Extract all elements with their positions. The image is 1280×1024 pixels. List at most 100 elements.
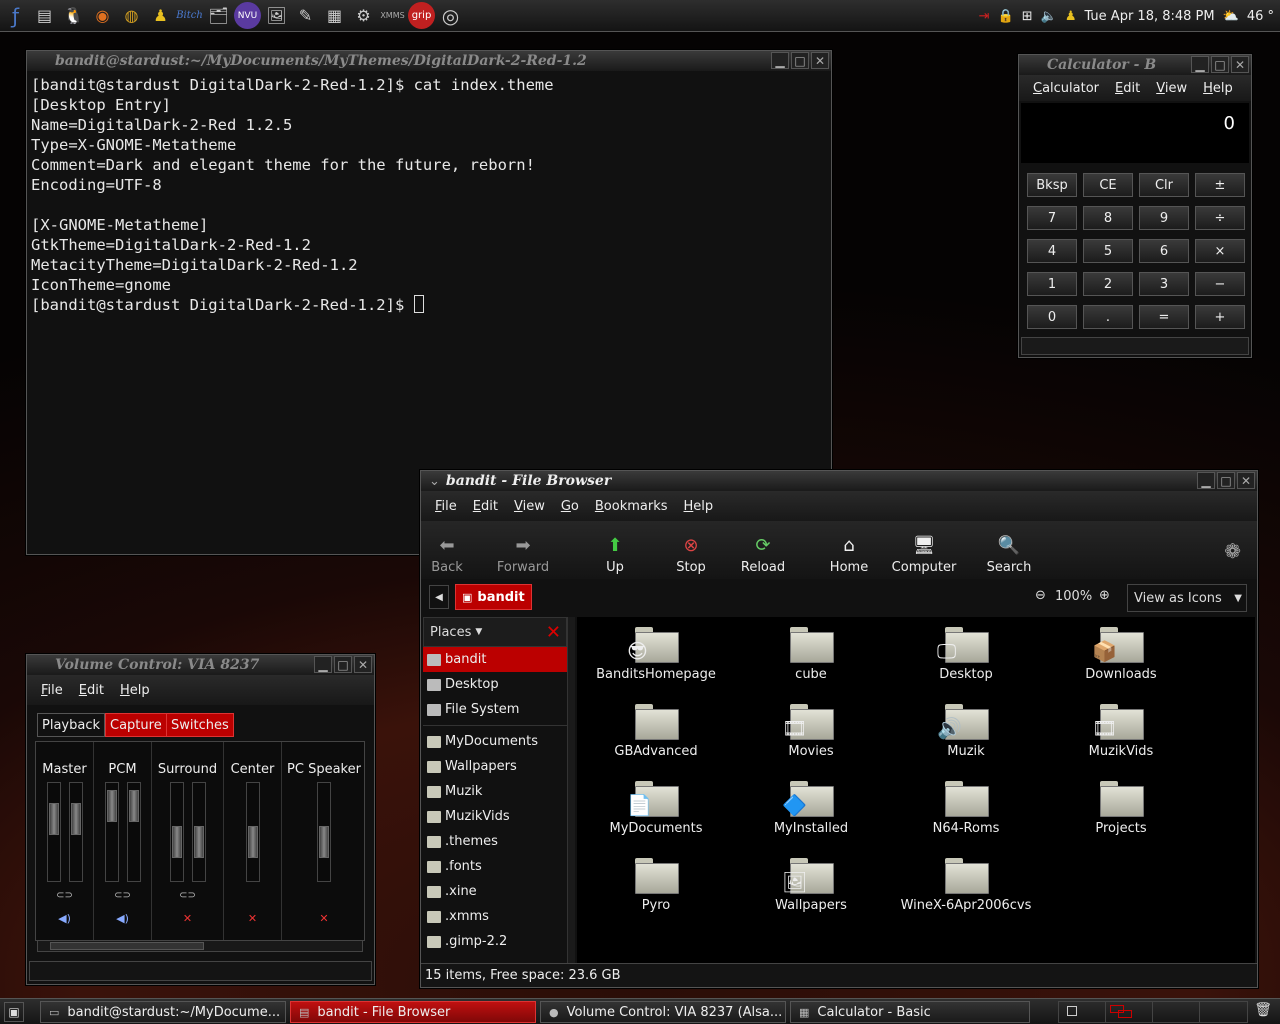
- taskbar-button[interactable]: ▭ bandit@stardust:~/MyDocume...: [40, 1001, 286, 1023]
- window-menu-icon[interactable]: ⌄: [429, 474, 440, 489]
- back-button[interactable]: ⬅ Back: [427, 521, 467, 579]
- text-editor-icon[interactable]: ✎: [292, 2, 319, 29]
- folder-item[interactable]: WineX-6Apr2006cvs: [891, 858, 1041, 913]
- menu-file[interactable]: File: [427, 499, 465, 514]
- weather-temp[interactable]: 46 °: [1247, 9, 1274, 24]
- fedora-menu-icon[interactable]: ƒ: [2, 2, 29, 29]
- workspace-switcher[interactable]: [1058, 1001, 1248, 1023]
- zoom-in-icon[interactable]: ⊕: [1099, 588, 1110, 603]
- folder-item[interactable]: N64-Roms: [891, 781, 1041, 836]
- folder-item[interactable]: 🖵 Desktop: [891, 627, 1041, 682]
- folder-item[interactable]: 😎 BanditsHomepage: [581, 627, 731, 682]
- calc-button-minus[interactable]: −: [1195, 272, 1245, 296]
- calc-button-four[interactable]: 4: [1027, 239, 1077, 263]
- calc-button-plus[interactable]: +: [1195, 305, 1245, 329]
- close-icon[interactable]: ✕: [354, 656, 372, 673]
- sidebar-bookmark[interactable]: Wallpapers: [423, 754, 567, 779]
- workspace-4[interactable]: [1200, 1002, 1247, 1022]
- bitch-icon[interactable]: Bitch: [176, 2, 203, 29]
- volume-slider[interactable]: [246, 782, 260, 882]
- volume-slider[interactable]: [105, 782, 119, 882]
- sidebar-type-select[interactable]: Places: [430, 625, 471, 640]
- sidebar-bookmark[interactable]: Muzik: [423, 779, 567, 804]
- sidebar-bookmark[interactable]: .xine: [423, 879, 567, 904]
- nvu-icon[interactable]: NVU: [234, 2, 261, 29]
- volume-slider[interactable]: [69, 782, 83, 882]
- calc-button-five[interactable]: 5: [1083, 239, 1133, 263]
- calc-button-multiply[interactable]: ×: [1195, 239, 1245, 263]
- menu-view[interactable]: View: [506, 499, 553, 514]
- spreadsheet-icon[interactable]: ▦: [321, 2, 348, 29]
- calc-button-eight[interactable]: 8: [1083, 206, 1133, 230]
- tux-icon[interactable]: 🐧: [60, 2, 87, 29]
- menu-calculator[interactable]: Calculator: [1025, 81, 1107, 96]
- minimize-icon[interactable]: ▁: [1197, 472, 1215, 489]
- muted-speaker-icon[interactable]: ✕: [152, 912, 223, 925]
- menu-edit[interactable]: Edit: [1107, 81, 1148, 96]
- calc-button-decimal[interactable]: .: [1083, 305, 1133, 329]
- trash-icon[interactable]: 🗑: [1254, 1002, 1272, 1018]
- files-icon[interactable]: ▤: [31, 2, 58, 29]
- calc-button-seven[interactable]: 7: [1027, 206, 1077, 230]
- lock-channels-icon[interactable]: ⊂⊃: [36, 890, 93, 901]
- calc-button-one[interactable]: 1: [1027, 272, 1077, 296]
- calc-button-clear-all[interactable]: Clr: [1139, 173, 1189, 197]
- menu-view[interactable]: View: [1148, 81, 1195, 96]
- calc-button-nine[interactable]: 9: [1139, 206, 1189, 230]
- volume-titlebar[interactable]: Volume Control: VIA 8237 ▁ □ ✕: [27, 655, 374, 675]
- taskbar-button[interactable]: ▦ Calculator - Basic: [790, 1001, 1030, 1023]
- tux-yellow-icon[interactable]: ♟: [147, 2, 174, 29]
- user-icon[interactable]: ♟: [1065, 9, 1077, 24]
- up-button[interactable]: ⬆ Up: [597, 521, 633, 579]
- logout-icon[interactable]: ⇥: [979, 9, 990, 24]
- tab-capture[interactable]: Capture: [105, 713, 167, 737]
- lock-channels-icon[interactable]: ⊂⊃: [94, 890, 151, 901]
- menu-bookmarks[interactable]: Bookmarks: [587, 499, 676, 514]
- muted-speaker-icon[interactable]: ✕: [282, 912, 366, 925]
- volume-icon[interactable]: 🔈: [1041, 9, 1057, 24]
- maximize-icon[interactable]: □: [1211, 56, 1229, 73]
- terminal-titlebar[interactable]: bandit@stardust:~/MyDocuments/MyThemes/D…: [27, 51, 831, 71]
- volume-slider[interactable]: [192, 782, 206, 882]
- reload-button[interactable]: ⟳ Reload: [739, 521, 787, 579]
- show-desktop-icon[interactable]: ▣: [4, 1002, 24, 1022]
- menu-help[interactable]: Help: [676, 499, 722, 514]
- terminal-output[interactable]: [bandit@stardust DigitalDark-2-Red-1.2]$…: [27, 71, 831, 319]
- folder-item[interactable]: 🖼 Wallpapers: [736, 858, 886, 913]
- network-icon[interactable]: ⚙: [350, 2, 377, 29]
- calc-button-zero[interactable]: 0: [1027, 305, 1077, 329]
- computer-button[interactable]: 🖥 Computer: [891, 521, 957, 579]
- folder-item[interactable]: 🔷 MyInstalled: [736, 781, 886, 836]
- volume-slider[interactable]: [127, 782, 141, 882]
- close-icon[interactable]: ✕: [811, 52, 829, 69]
- search-button[interactable]: 🔍 Search: [983, 521, 1035, 579]
- menu-edit[interactable]: Edit: [71, 683, 112, 698]
- minimize-icon[interactable]: ▁: [771, 52, 789, 69]
- folder-item[interactable]: 🔊 Muzik: [891, 704, 1041, 759]
- folder-item[interactable]: 🎞 Movies: [736, 704, 886, 759]
- menu-file[interactable]: File: [33, 683, 71, 698]
- sidebar-resize-handle[interactable]: [567, 617, 575, 963]
- volume-slider[interactable]: [47, 782, 61, 882]
- taskbar-button[interactable]: ▤ bandit - File Browser: [290, 1001, 536, 1023]
- minimize-icon[interactable]: ▁: [1191, 56, 1209, 73]
- zoom-out-icon[interactable]: ⊖: [1035, 588, 1046, 603]
- menu-edit[interactable]: Edit: [465, 499, 506, 514]
- sidebar-bookmark[interactable]: .fonts: [423, 854, 567, 879]
- zoom-level[interactable]: 100%: [1055, 589, 1092, 604]
- cd-icon[interactable]: ◎: [437, 2, 464, 29]
- sidebar-place-desktop[interactable]: Desktop: [423, 672, 567, 697]
- calc-button-backspace[interactable]: Bksp: [1027, 173, 1077, 197]
- workspace-2[interactable]: [1106, 1002, 1153, 1022]
- taskbar-button[interactable]: ● Volume Control: VIA 8237 (Alsa...: [540, 1001, 786, 1023]
- tab-switches[interactable]: Switches: [166, 713, 234, 737]
- sidebar-bookmark[interactable]: MyDocuments: [423, 729, 567, 754]
- sidebar-bookmark[interactable]: .themes: [423, 829, 567, 854]
- sidebar-bookmark[interactable]: .gimp-2.2: [423, 929, 567, 954]
- home-button[interactable]: ⌂ Home: [827, 521, 871, 579]
- file-manager-icon[interactable]: 🗂: [205, 2, 232, 29]
- folder-item[interactable]: GBAdvanced: [581, 704, 731, 759]
- speaker-icon[interactable]: ◀): [94, 912, 151, 925]
- muted-speaker-icon[interactable]: ✕: [224, 912, 281, 925]
- firefox-icon[interactable]: ◉: [89, 2, 116, 29]
